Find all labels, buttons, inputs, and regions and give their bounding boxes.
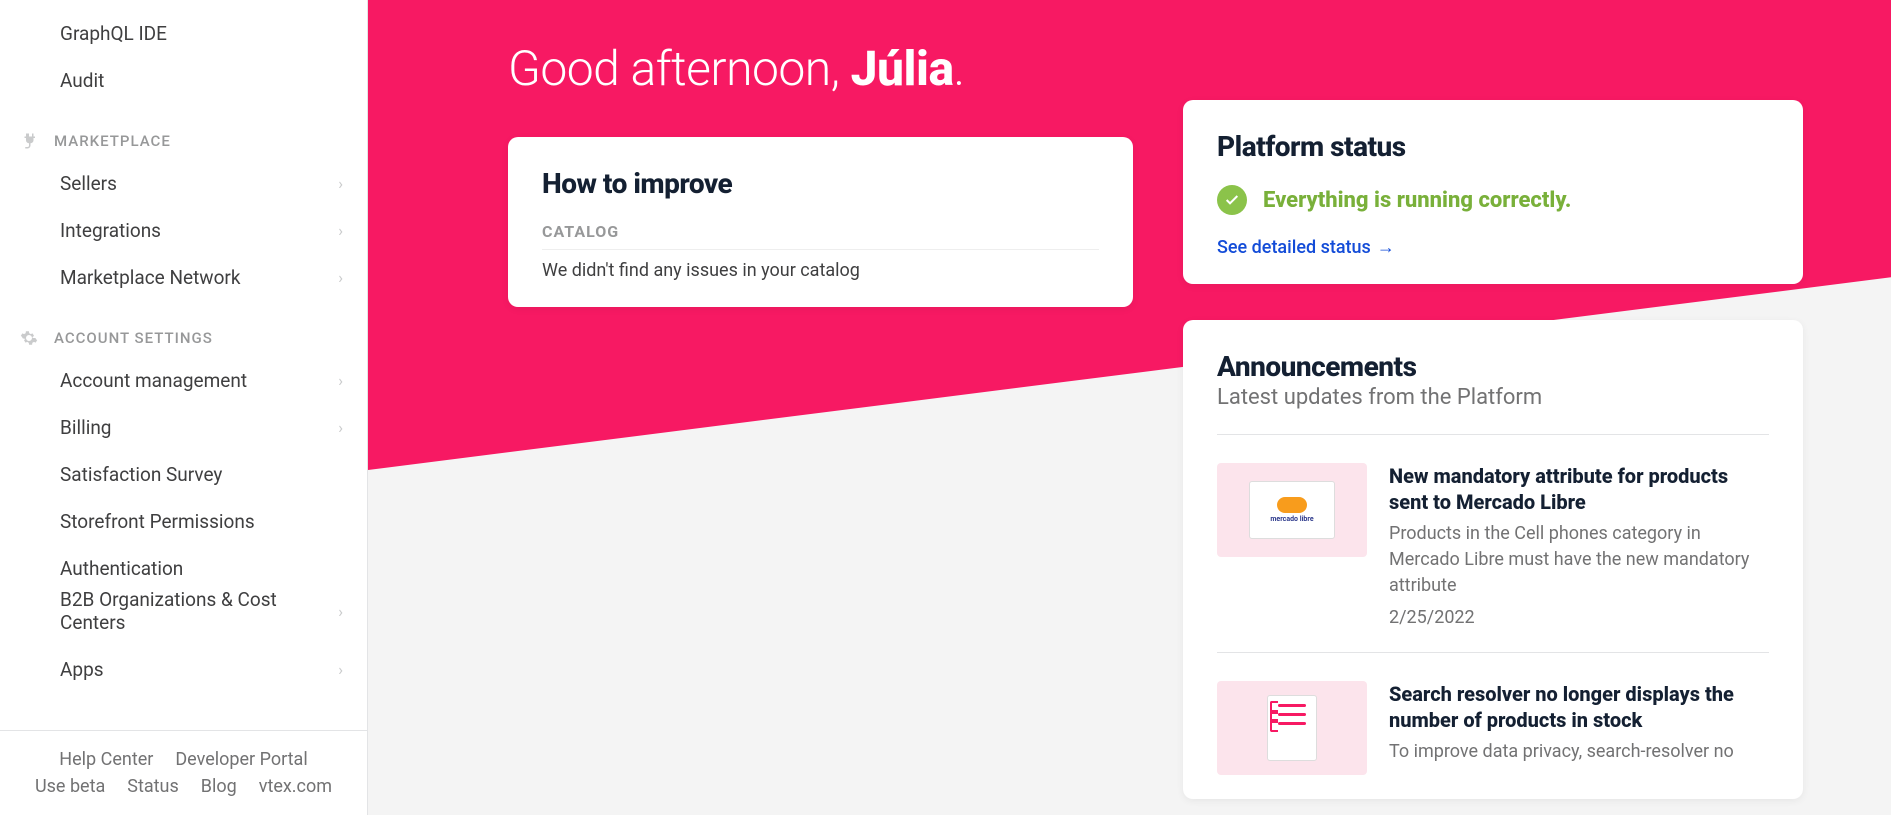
status-title: Platform status <box>1217 130 1769 163</box>
arrow-right-icon: → <box>1377 237 1395 258</box>
sidebar-item-label: Storefront Permissions <box>60 510 343 533</box>
nav-header-marketplace: MARKETPLACE <box>0 122 367 160</box>
sidebar-item-b2b-organizations[interactable]: B2B Organizations & Cost Centers › <box>0 584 367 646</box>
sidebar-item-integrations[interactable]: Integrations › <box>0 207 367 254</box>
status-row: Everything is running correctly. <box>1217 185 1769 215</box>
nav-section-account-settings: ACCOUNT SETTINGS Account management › Bi… <box>0 319 367 693</box>
sidebar-item-label: GraphQL IDE <box>60 22 343 45</box>
sidebar-item-marketplace-network[interactable]: Marketplace Network › <box>0 254 367 301</box>
announcements-list: mercado libre New mandatory attribute fo… <box>1217 434 1769 799</box>
sidebar-item-label: Integrations <box>60 219 338 242</box>
status-detail-link[interactable]: See detailed status → <box>1217 237 1395 258</box>
column-left: Good afternoon, Júlia. How to improve CA… <box>508 40 1133 815</box>
footer-link-developer-portal[interactable]: Developer Portal <box>175 749 307 770</box>
nav-top-section: GraphQL IDE Audit <box>0 10 367 104</box>
sidebar: GraphQL IDE Audit MARKETPLACE Sellers › … <box>0 0 368 815</box>
improve-title: How to improve <box>542 167 1099 200</box>
nav-section-marketplace: MARKETPLACE Sellers › Integrations › Mar… <box>0 122 367 301</box>
card-platform-status: Platform status Everything is running co… <box>1183 100 1803 284</box>
sidebar-item-label: Billing <box>60 416 338 439</box>
announcement-description: To improve data privacy, search-resolver… <box>1389 739 1769 765</box>
sidebar-scroll: GraphQL IDE Audit MARKETPLACE Sellers › … <box>0 10 367 730</box>
sidebar-item-account-management[interactable]: Account management › <box>0 357 367 404</box>
sidebar-item-authentication[interactable]: Authentication <box>0 545 367 584</box>
announcement-item[interactable]: mercado libre New mandatory attribute fo… <box>1217 435 1769 653</box>
greeting: Good afternoon, Júlia. <box>508 40 1133 97</box>
sidebar-item-apps[interactable]: Apps › <box>0 646 367 693</box>
mercado-libre-icon: mercado libre <box>1249 481 1335 539</box>
improve-section-label: CATALOG <box>542 222 1099 241</box>
sidebar-item-label: Authentication <box>60 557 343 580</box>
nav-header-account-settings: ACCOUNT SETTINGS <box>0 319 367 357</box>
sidebar-item-label: Account management <box>60 369 338 392</box>
check-circle-icon <box>1217 185 1247 215</box>
nav-header-label: MARKETPLACE <box>54 132 171 150</box>
announcement-thumbnail: mercado libre <box>1217 463 1367 557</box>
chevron-right-icon: › <box>338 660 343 679</box>
status-message: Everything is running correctly. <box>1263 188 1571 213</box>
chevron-right-icon: › <box>338 371 343 390</box>
chevron-right-icon: › <box>338 268 343 287</box>
announcement-date: 2/25/2022 <box>1389 607 1769 628</box>
announcement-thumbnail <box>1217 681 1367 775</box>
column-right: Platform status Everything is running co… <box>1183 40 1803 815</box>
announcement-body: Search resolver no longer displays the n… <box>1389 681 1769 775</box>
content: Good afternoon, Júlia. How to improve CA… <box>368 0 1891 815</box>
chevron-right-icon: › <box>338 602 343 621</box>
sidebar-item-label: Satisfaction Survey <box>60 463 343 486</box>
sidebar-item-label: Apps <box>60 658 338 681</box>
sidebar-item-label: Marketplace Network <box>60 266 338 289</box>
footer-link-help-center[interactable]: Help Center <box>59 749 153 770</box>
footer-link-vtex[interactable]: vtex.com <box>259 776 332 797</box>
sidebar-item-label: Sellers <box>60 172 338 195</box>
announcement-title: New mandatory attribute for products sen… <box>1389 463 1769 515</box>
announcement-item[interactable]: Search resolver no longer displays the n… <box>1217 653 1769 799</box>
chevron-right-icon: › <box>338 418 343 437</box>
plug-icon <box>18 132 40 150</box>
improve-message: We didn't find any issues in your catalo… <box>542 249 1099 281</box>
status-link-label: See detailed status <box>1217 237 1371 258</box>
sidebar-item-audit[interactable]: Audit <box>0 57 367 104</box>
sidebar-item-label: B2B Organizations & Cost Centers <box>60 588 338 634</box>
chevron-right-icon: › <box>338 221 343 240</box>
announcement-body: New mandatory attribute for products sen… <box>1389 463 1769 628</box>
footer-link-blog[interactable]: Blog <box>201 776 237 797</box>
greeting-name: Júlia <box>851 40 954 97</box>
chevron-right-icon: › <box>338 174 343 193</box>
sidebar-item-sellers[interactable]: Sellers › <box>0 160 367 207</box>
nav-header-label: ACCOUNT SETTINGS <box>54 329 213 347</box>
sidebar-item-graphql-ide[interactable]: GraphQL IDE <box>0 10 367 57</box>
announcements-title: Announcements <box>1217 350 1769 383</box>
greeting-suffix: . <box>954 40 965 97</box>
announcements-subtitle: Latest updates from the Platform <box>1217 385 1769 410</box>
card-announcements: Announcements Latest updates from the Pl… <box>1183 320 1803 799</box>
sidebar-item-billing[interactable]: Billing › <box>0 404 367 451</box>
sidebar-item-satisfaction-survey[interactable]: Satisfaction Survey <box>0 451 367 498</box>
sidebar-footer: Help Center Developer Portal Use beta St… <box>0 730 367 815</box>
announcement-description: Products in the Cell phones category in … <box>1389 521 1769 599</box>
gear-icon <box>18 329 40 347</box>
sidebar-item-label: Audit <box>60 69 343 92</box>
footer-link-use-beta[interactable]: Use beta <box>35 776 105 797</box>
main: Good afternoon, Júlia. How to improve CA… <box>368 0 1891 815</box>
greeting-prefix: Good afternoon, <box>508 40 851 97</box>
announcement-title: Search resolver no longer displays the n… <box>1389 681 1769 733</box>
clipboard-icon <box>1267 695 1317 761</box>
card-how-to-improve: How to improve CATALOG We didn't find an… <box>508 137 1133 307</box>
footer-link-status[interactable]: Status <box>127 776 178 797</box>
sidebar-item-storefront-permissions[interactable]: Storefront Permissions <box>0 498 367 545</box>
